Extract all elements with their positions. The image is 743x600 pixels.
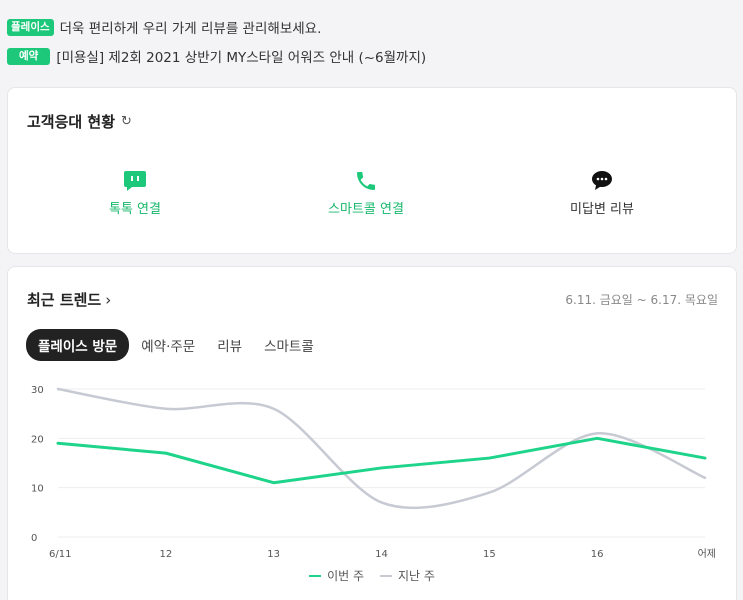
y-tick-label: 30 xyxy=(31,385,44,396)
y-tick-label: 20 xyxy=(31,434,44,445)
section-title: 최근 트렌드 xyxy=(27,291,102,309)
talktalk-stat[interactable]: 톡톡 연결 xyxy=(55,168,215,217)
notice-place[interactable]: 플레이스 더욱 편리하게 우리 가게 리뷰를 관리해보세요. xyxy=(7,17,321,37)
recent-trend-card: 최근 트렌드 › 6.11. 금요일 ~ 6.17. 목요일 플레이스 방문 예… xyxy=(7,266,737,600)
data-point xyxy=(56,442,60,445)
data-point xyxy=(595,432,599,435)
x-tick-label: 12 xyxy=(159,549,172,560)
phone-icon xyxy=(357,172,375,190)
legend-swatch xyxy=(309,574,322,577)
legend-swatch xyxy=(380,574,392,577)
y-tick-label: 0 xyxy=(31,533,37,544)
data-point xyxy=(164,407,168,410)
chevron-right-icon: › xyxy=(105,290,112,309)
series-line-1 xyxy=(56,387,707,510)
chat-bubble-icon xyxy=(124,171,146,191)
data-point xyxy=(272,481,275,484)
data-point xyxy=(703,476,707,479)
series-line-0 xyxy=(56,436,707,485)
data-point xyxy=(488,456,491,460)
x-tick-label: 16 xyxy=(591,549,604,560)
x-tick-label: 15 xyxy=(483,549,496,560)
data-point xyxy=(164,451,168,455)
data-point xyxy=(488,491,491,494)
legend-label: 이번 주 xyxy=(327,569,364,583)
y-tick-label: 10 xyxy=(31,484,44,495)
trend-tabs: 플레이스 방문 예약·주문 리뷰 스마트콜 xyxy=(26,329,336,361)
date-range: 6.11. 금요일 ~ 6.17. 목요일 xyxy=(565,293,718,307)
tab-smartcall[interactable]: 스마트콜 xyxy=(264,335,314,355)
chart-legend: 이번 주 지난 주 xyxy=(8,567,736,584)
speech-dots-icon xyxy=(592,171,612,190)
stat-label: 톡톡 연결 xyxy=(109,202,161,217)
unanswered-review-stat[interactable]: 미답변 리뷰 xyxy=(522,168,682,217)
x-tick-label: 어제 xyxy=(698,548,716,560)
data-point xyxy=(380,466,383,470)
refresh-icon[interactable]: ↻ xyxy=(121,114,132,129)
data-point xyxy=(272,407,275,410)
data-point xyxy=(703,456,707,460)
customer-service-card: 고객응대 현황 ↻ 톡톡 연결 스마트콜 연결 미답변 리뷰 xyxy=(7,87,737,254)
place-badge: 플레이스 xyxy=(7,18,54,36)
legend-label: 지난 주 xyxy=(398,569,435,583)
reservation-badge: 예약 xyxy=(7,47,51,65)
data-point xyxy=(56,387,60,391)
data-point xyxy=(595,437,599,440)
recent-trend-title[interactable]: 최근 트렌드 › xyxy=(27,289,111,310)
stat-label: 미답변 리뷰 xyxy=(570,202,634,217)
notice-text[interactable]: [미용실] 제2회 2021 상반기 MY스타일 어워즈 안내 (~6월까지) xyxy=(56,46,426,66)
x-tick-label: 14 xyxy=(375,549,388,560)
section-title: 고객응대 현황 xyxy=(27,113,116,131)
legend-item-last-week[interactable]: 지난 주 xyxy=(380,567,435,584)
x-tick-label: 13 xyxy=(267,549,280,560)
data-point xyxy=(380,501,383,504)
tab-reservation-order[interactable]: 예약·주문 xyxy=(141,335,195,355)
notice-text[interactable]: 더욱 편리하게 우리 가게 리뷰를 관리해보세요. xyxy=(60,17,322,37)
smartcall-stat[interactable]: 스마트콜 연결 xyxy=(286,168,446,217)
tab-review[interactable]: 리뷰 xyxy=(217,335,242,355)
trend-line-chart: 0 10 20 30 6/11 12 13 14 15 16 어제 xyxy=(31,385,716,560)
customer-service-title: 고객응대 현황 ↻ xyxy=(27,111,132,132)
notice-reservation[interactable]: 예약 [미용실] 제2회 2021 상반기 MY스타일 어워즈 안내 (~6월까… xyxy=(7,46,426,66)
tab-place-visit[interactable]: 플레이스 방문 xyxy=(26,329,130,361)
stat-label: 스마트콜 연결 xyxy=(328,202,404,217)
x-tick-label: 6/11 xyxy=(49,549,71,560)
legend-item-this-week[interactable]: 이번 주 xyxy=(309,567,364,584)
